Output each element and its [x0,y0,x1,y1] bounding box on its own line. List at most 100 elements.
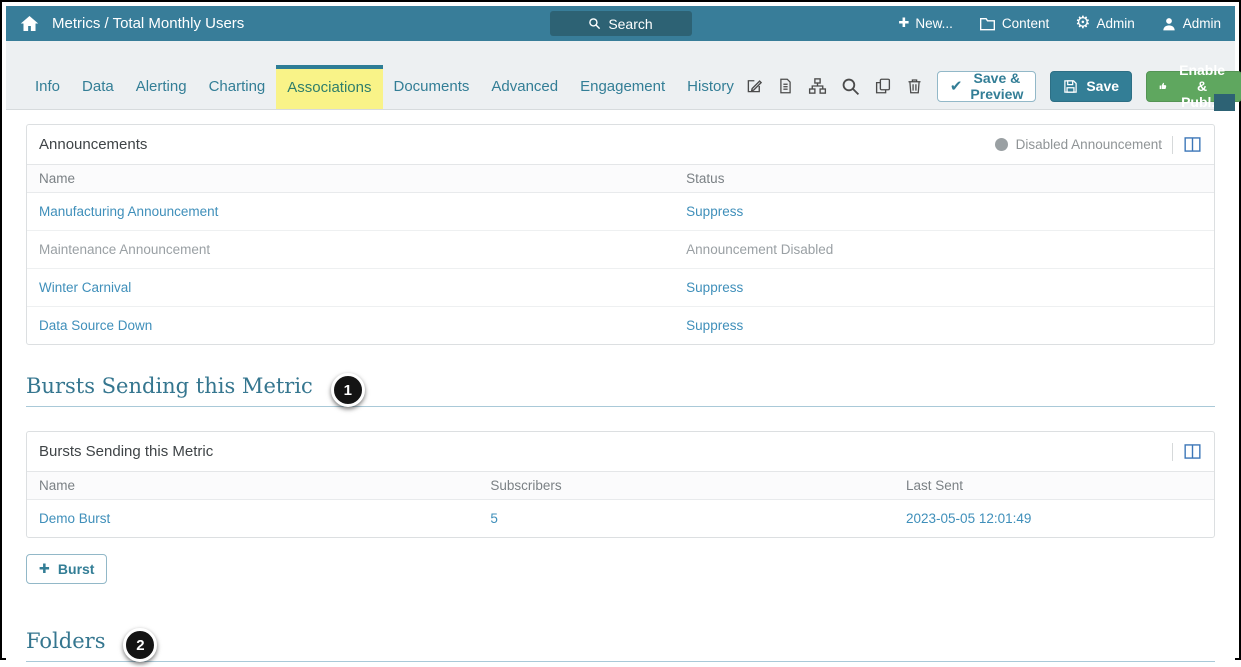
announcement-status-link[interactable]: Suppress [686,204,743,219]
bursts-panel: Bursts Sending this Metric Name Subscribe… [26,431,1215,538]
burst-cell: Demo Burst [27,500,478,538]
copy-icon[interactable] [874,77,892,95]
column-header: Name [27,165,675,193]
tab-documents[interactable]: Documents [383,65,481,109]
search-button[interactable]: Search [549,11,692,36]
announcement-name-cell: Manufacturing Announcement [27,192,675,231]
thumbs-up-icon [1159,82,1167,90]
menu-item-admin[interactable]: ⚙ Admin [1075,15,1135,32]
announcements-panel-header-right: Disabled Announcement [994,135,1202,154]
save-preview-label: Save & Preview [970,70,1024,102]
column-settings-icon[interactable] [1183,443,1202,460]
announcement-row: Manufacturing Announcement Suppress [27,192,1214,231]
announcement-name-cell: Winter Carnival [27,268,675,307]
disabled-legend-label: Disabled Announcement [1015,137,1162,152]
sitemap-icon[interactable] [808,77,827,95]
bursts-section-title: Bursts Sending this Metric [26,374,313,398]
bursts-head-row: Name Subscribers Last Sent [27,472,1214,500]
gear-icon: ⚙ [1075,13,1091,33]
column-header: Name [27,472,479,500]
tab-list: Info Data Alerting Charting Associations Docu… [24,41,745,109]
document-icon[interactable] [777,77,794,95]
menu-item-content-label: Content [1001,16,1050,31]
burst-row: Demo Burst 5 2023-05-05 12:01:49 [27,500,1214,538]
announcements-panel-title: Announcements [39,136,148,153]
menu-item-new[interactable]: ✚ New... [899,16,953,31]
menu-item-admin-label: Admin [1096,16,1135,31]
announcement-name-cell: Data Source Down [27,307,674,345]
trash-icon[interactable] [906,77,923,95]
search-icon [589,18,601,30]
add-burst-button[interactable]: ✚ Burst [26,554,108,584]
folders-section-title: Folders [26,629,106,653]
divider [1172,135,1173,154]
bursts-panel-header: Bursts Sending this Metric [27,432,1214,472]
plus-icon: ✚ [898,16,910,31]
announcement-row: Maintenance Announcement Announcement Dis… [27,230,1214,269]
bursts-table: Name Subscribers Last Sent Demo Burst 5 2023… [27,472,1214,537]
tab-charting[interactable]: Charting [198,65,277,109]
burst-cell: 2023-05-05 12:01:49 [894,500,1214,538]
bursts-body: Demo Burst 5 2023-05-05 12:01:49 [27,500,1214,538]
announcement-name-link[interactable]: Manufacturing Announcement [39,204,218,219]
breadcrumb: Metrics / Total Monthly Users [52,15,245,32]
burst-name-link[interactable]: Demo Burst [39,511,110,526]
search-button-label: Search [608,15,653,32]
tab-bar: Info Data Alerting Charting Associations Docu… [6,41,1241,110]
announcement-name-link[interactable]: Data Source Down [39,318,152,333]
divider [1172,442,1173,461]
tab-engagement[interactable]: Engagement [569,65,676,109]
folder-icon [979,18,995,31]
announcement-name-link[interactable]: Winter Carnival [39,280,131,295]
callout-2: 2 [123,628,158,662]
save-label: Save [1086,78,1120,94]
announcement-status-cell: Suppress [674,307,1214,345]
floppy-icon [1064,79,1078,93]
top-navigation-bar: Metrics / Total Monthly Users Search ✚ N… [6,6,1235,41]
announcement-status-cell: Announcement Disabled [674,230,1214,269]
menu-item-user[interactable]: Admin [1161,16,1221,32]
bursts-panel-title: Bursts Sending this Metric [39,443,214,460]
announcement-name: Maintenance Announcement [39,242,211,257]
callout-1: 1 [330,373,365,407]
bursts-section-heading: Bursts Sending this Metric 1 [26,373,1215,407]
bursts-panel-header-right [1172,442,1202,461]
check-icon: ✔ [949,77,963,95]
add-burst-label: Burst [57,561,95,577]
tab-history[interactable]: History [676,65,745,109]
column-settings-icon[interactable] [1183,136,1202,153]
main-content: Announcements Disabled Announcement Name… [6,110,1235,667]
announcement-status-link[interactable]: Suppress [686,318,743,333]
tab-advanced[interactable]: Advanced [480,65,569,109]
announcements-panel-header: Announcements Disabled Announcement [27,125,1214,165]
menu-item-new-label: New... [915,16,953,31]
tab-data[interactable]: Data [71,65,125,109]
tab-info[interactable]: Info [24,65,71,109]
vertical-scrollbar-thumb[interactable] [1214,94,1235,111]
burst-last-sent-link[interactable]: 2023-05-05 12:01:49 [906,511,1031,526]
column-header: Subscribers [478,472,895,500]
home-button[interactable] [20,14,39,33]
announcement-name-cell: Maintenance Announcement [27,230,675,269]
column-header: Last Sent [894,472,1214,500]
edit-icon[interactable] [745,77,763,95]
announcement-status-link[interactable]: Suppress [686,280,743,295]
menu-item-user-label: Admin [1182,16,1221,31]
tab-alerting[interactable]: Alerting [125,65,198,109]
burst-subscribers-link[interactable]: 5 [490,511,498,526]
disabled-announcement-legend: Disabled Announcement [994,137,1162,152]
tab-associations[interactable]: Associations [276,65,383,109]
user-icon [1163,17,1175,30]
plus-icon: ✚ [39,561,50,577]
save-preview-button[interactable]: ✔ Save & Preview [936,70,1037,102]
announcement-status: Announcement Disabled [686,242,834,257]
announcement-status-cell: Suppress [674,268,1214,307]
save-button[interactable]: Save [1050,70,1133,102]
app-window: Metrics / Total Monthly Users Search ✚ N… [0,0,1241,667]
announcement-row: Data Source Down Suppress [27,307,1214,345]
magnifier-icon[interactable] [841,77,860,96]
burst-cell: 5 [478,500,894,538]
menu-item-content[interactable]: Content [979,16,1049,31]
announcements-table: Name Status Manufacturing Announcement Sup… [27,165,1214,344]
column-header: Status [674,165,1214,193]
